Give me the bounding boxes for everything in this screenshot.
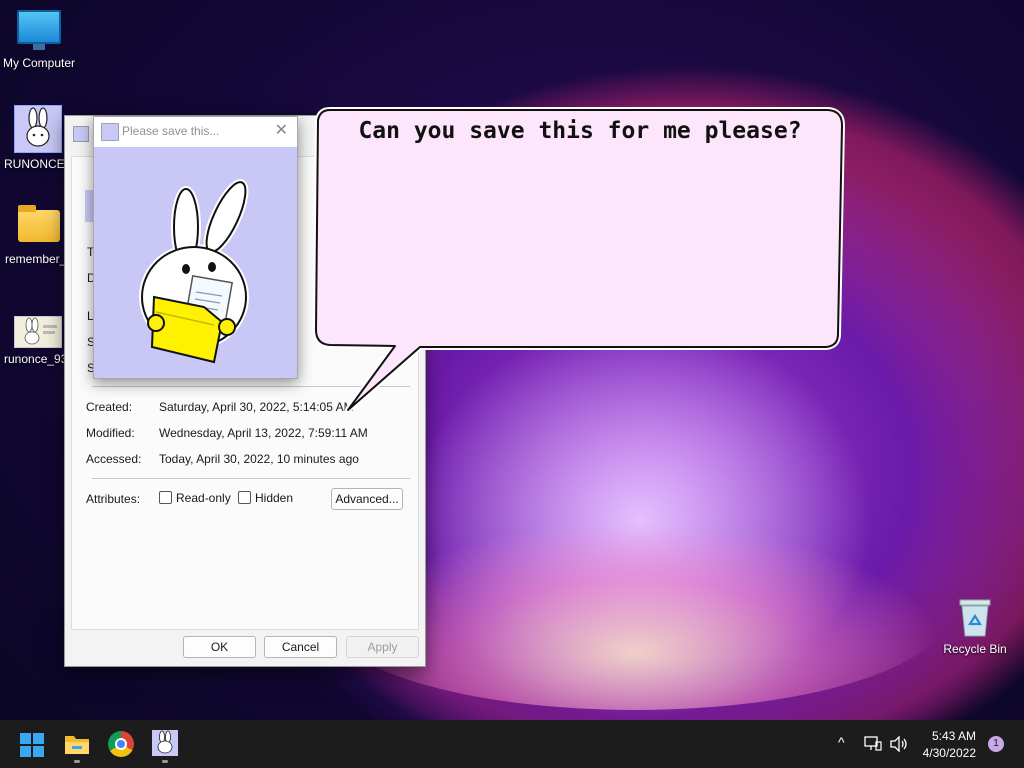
speech-bubble-text: Can you save this for me please?	[358, 118, 802, 144]
clock-time[interactable]: 5:43 AM	[920, 729, 976, 743]
taskbar: ^ 5:43 AM 4/30/2022	[0, 720, 1024, 768]
chrome-icon[interactable]	[108, 731, 134, 757]
running-indicator	[74, 760, 80, 763]
notification-badge[interactable]: 1	[988, 736, 1004, 752]
start-icon[interactable]	[20, 733, 44, 757]
file-explorer-icon[interactable]	[64, 732, 90, 758]
speech-bubble	[313, 107, 845, 413]
tray-chevron-icon[interactable]: ^	[838, 734, 845, 750]
clock-date[interactable]: 4/30/2022	[914, 746, 976, 760]
network-icon[interactable]	[864, 736, 882, 755]
runonce-bunny-icon[interactable]	[152, 730, 178, 756]
running-indicator	[162, 760, 168, 763]
volume-icon[interactable]	[889, 735, 909, 755]
